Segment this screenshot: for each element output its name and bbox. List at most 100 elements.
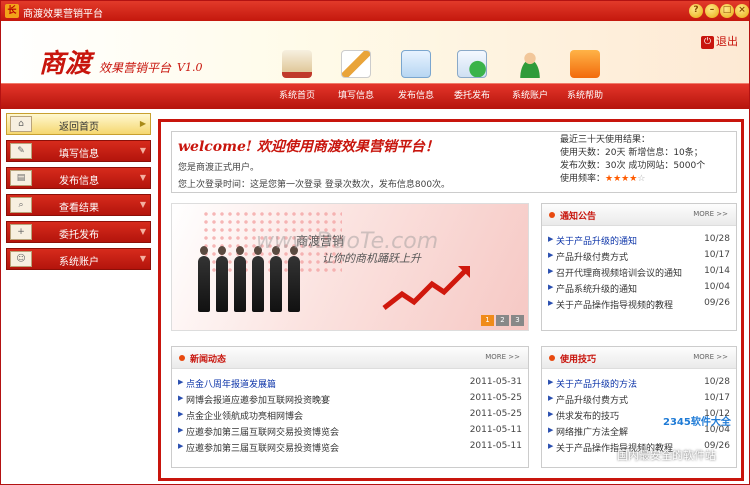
welcome-title: welcome! 欢迎使用商渡效果营销平台！ — [178, 139, 439, 155]
usage-stats: 最近三十天使用结果： 使用天数：20天 新增信息：10条； 发布次数：30次 成… — [560, 134, 705, 186]
list-item-date: 10/28 — [704, 234, 730, 244]
nav-publish[interactable]: 发布信息 — [388, 50, 444, 101]
more-link[interactable]: MORE >> — [485, 353, 520, 361]
nav-label: 系统账户 — [511, 91, 548, 101]
business-person — [270, 246, 282, 312]
list-item[interactable]: ▶ 网博会报道应邀参加互联网投资晚宴 2011-05-25 — [178, 393, 522, 409]
nav-help[interactable]: 系统帮助 — [557, 50, 613, 101]
sidebar-item-fill-info[interactable]: ✎ 填写信息 ▼ — [6, 140, 151, 162]
arrow-right-icon: ▶ — [139, 119, 146, 128]
list-item-title[interactable]: 关于产品操作指导视频的教程 — [556, 298, 673, 311]
user-status: 您是商渡正式用户。 — [178, 163, 260, 173]
list-item[interactable]: ▶ 产品系统升级的通知 10/04 — [548, 282, 730, 298]
pencil-icon — [341, 50, 371, 78]
banner-page-1[interactable]: 1 — [481, 315, 494, 326]
chevron-down-icon: ▼ — [139, 200, 146, 209]
list-item[interactable]: ▶ 产品升级付费方式 10/17 — [548, 393, 730, 409]
window-title: 商渡效果营销平台 — [23, 9, 103, 20]
nav-label: 系统帮助 — [566, 91, 603, 101]
document-icon — [401, 50, 431, 78]
list-item-title[interactable]: 点金企业领航成功亮相网博会 — [186, 409, 303, 422]
add-document-icon — [457, 50, 487, 78]
panel-header: 使用技巧 MORE >> — [542, 347, 736, 369]
list-item[interactable]: ▶ 关于产品操作指导视频的教程 09/26 — [548, 298, 730, 314]
nav-label: 发布信息 — [397, 91, 434, 101]
user-icon — [515, 50, 545, 78]
list-item[interactable]: ▶ 产品升级付费方式 10/17 — [548, 250, 730, 266]
sidebar-item-account[interactable]: ☺ 系统账户 ▼ — [6, 248, 151, 270]
sidebar-item-entrust[interactable]: + 委托发布 ▼ — [6, 221, 151, 243]
sidebar-item-publish[interactable]: ▤ 发布信息 ▼ — [6, 167, 151, 189]
list-item-title[interactable]: 网络推广方法全解 — [556, 425, 628, 438]
list-item[interactable]: ▶ 召开代理商视频培训会议的通知 10/14 — [548, 266, 730, 282]
pencil-icon: ✎ — [10, 143, 32, 159]
list-item-title[interactable]: 产品升级付费方式 — [556, 250, 628, 263]
sidebar-item-home[interactable]: ⌂ 返回首页 ▶ — [6, 113, 151, 135]
sidebar-item-label: 发布信息 — [59, 176, 99, 187]
banner-pager: 123 — [479, 315, 524, 326]
chevron-down-icon: ▼ — [139, 227, 146, 236]
list-item-title[interactable]: 关于产品升级的方法 — [556, 377, 637, 390]
panel-header: 通知公告 MORE >> — [542, 204, 736, 226]
list-item-date: 2011-05-31 — [469, 377, 522, 387]
banner-page-2[interactable]: 2 — [496, 315, 509, 326]
business-person — [198, 246, 210, 312]
welcome-box: welcome! 欢迎使用商渡效果营销平台！ 您是商渡正式用户。 您上次登录时间… — [171, 131, 737, 193]
nav-entrust[interactable]: 委托发布 — [444, 50, 500, 101]
star-icon: ☆ — [637, 174, 646, 184]
business-person — [216, 246, 228, 312]
chevron-down-icon: ▼ — [139, 173, 146, 182]
help-button[interactable]: ? — [689, 4, 703, 18]
list-item-title[interactable]: 产品系统升级的通知 — [556, 282, 637, 295]
maximize-button[interactable]: □ — [720, 4, 734, 18]
list-item-title[interactable]: 点金八周年报道发展篇 — [186, 377, 276, 390]
logout-label: 退出 — [716, 35, 738, 48]
house-icon — [282, 50, 312, 78]
list-item[interactable]: ▶ 应邀参加第三届互联网交易投资博览会 2011-05-11 — [178, 425, 522, 441]
bullet-icon — [549, 212, 555, 218]
usage-frequency: 使用频率：★★★★☆ — [560, 173, 705, 186]
bullet-arrow-icon: ▶ — [178, 442, 184, 450]
list-item[interactable]: ▶ 点金八周年报道发展篇 2011-05-31 — [178, 377, 522, 393]
list-item[interactable]: ▶ 关于产品升级的方法 10/28 — [548, 377, 730, 393]
bullet-icon — [549, 355, 555, 361]
minimize-button[interactable]: – — [705, 4, 719, 18]
list-item-date: 10/28 — [704, 377, 730, 387]
business-person — [252, 246, 264, 312]
nav-fill-info[interactable]: 填写信息 — [328, 50, 384, 101]
notice-list: ▶ 关于产品升级的通知 10/28 ▶ 产品升级付费方式 10/17 ▶ 召开代理商视频培训会… — [548, 234, 730, 314]
list-item-title[interactable]: 应邀参加第三届互联网交易投资博览会 — [186, 441, 339, 454]
star-icon: ★ — [613, 174, 622, 184]
document-icon: ▤ — [10, 170, 32, 186]
bullet-arrow-icon: ▶ — [548, 378, 554, 386]
bullet-arrow-icon: ▶ — [548, 267, 554, 275]
bullet-arrow-icon: ▶ — [548, 410, 554, 418]
chevron-down-icon: ▼ — [139, 146, 146, 155]
more-link[interactable]: MORE >> — [693, 353, 728, 361]
list-item[interactable]: ▶ 关于产品升级的通知 10/28 — [548, 234, 730, 250]
panel-header: 新闻动态 MORE >> — [172, 347, 528, 369]
list-item[interactable]: ▶ 应邀参加第三届互联网交易投资博览会 2011-05-11 — [178, 441, 522, 457]
list-item-title[interactable]: 关于产品升级的通知 — [556, 234, 637, 247]
list-item-title[interactable]: 召开代理商视频培训会议的通知 — [556, 266, 682, 279]
list-item-title[interactable]: 供求发布的技巧 — [556, 409, 619, 422]
title-bar[interactable]: 长 商渡效果营销平台 ? – □ × — [1, 1, 749, 21]
banner-page-3[interactable]: 3 — [511, 315, 524, 326]
logout-button[interactable]: ⏻ 退出 — [701, 33, 738, 49]
stats-line: 使用天数：20天 新增信息：10条； — [560, 148, 703, 158]
more-link[interactable]: MORE >> — [693, 210, 728, 218]
bullet-arrow-icon: ▶ — [548, 283, 554, 291]
close-button[interactable]: × — [735, 4, 749, 18]
nav-home[interactable]: 系统首页 — [269, 50, 325, 101]
chevron-down-icon: ▼ — [139, 254, 146, 263]
list-item-title[interactable]: 应邀参加第三届互联网交易投资博览会 — [186, 425, 339, 438]
list-item-title[interactable]: 产品升级付费方式 — [556, 393, 628, 406]
list-item-title[interactable]: 网博会报道应邀参加互联网投资晚宴 — [186, 393, 330, 406]
nav-account[interactable]: 系统账户 — [502, 50, 558, 101]
list-item-date: 2011-05-11 — [469, 425, 522, 435]
bullet-arrow-icon: ▶ — [548, 299, 554, 307]
list-item[interactable]: ▶ 点金企业领航成功亮相网博会 2011-05-25 — [178, 409, 522, 425]
sidebar-item-results[interactable]: ⌕ 查看结果 ▼ — [6, 194, 151, 216]
list-item-date: 10/04 — [704, 282, 730, 292]
nav-label: 委托发布 — [453, 91, 490, 101]
